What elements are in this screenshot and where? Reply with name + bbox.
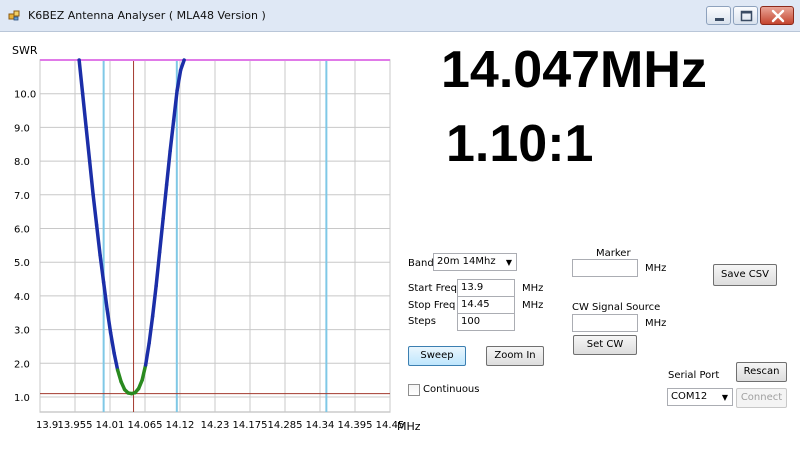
close-icon bbox=[771, 9, 785, 23]
x-tick-label: 14.175 bbox=[233, 420, 268, 431]
x-tick-label: 14.395 bbox=[338, 420, 373, 431]
x-tick-label: 14.12 bbox=[166, 420, 195, 431]
y-tick-label: 7.0 bbox=[14, 191, 30, 202]
chevron-down-icon: ▼ bbox=[505, 258, 512, 267]
swr-data-point bbox=[106, 309, 108, 311]
stop-freq-input[interactable]: 14.45 bbox=[457, 296, 515, 314]
app-icon bbox=[8, 9, 21, 22]
swr-data-point bbox=[127, 392, 129, 394]
swr-data-point bbox=[155, 285, 157, 287]
cw-source-label: CW Signal Source bbox=[572, 302, 661, 313]
serial-port-label: Serial Port bbox=[668, 370, 720, 381]
band-label: Band bbox=[408, 258, 434, 269]
swr-data-point bbox=[162, 218, 164, 220]
swr-data-point bbox=[138, 388, 140, 390]
connect-button[interactable]: Connect bbox=[736, 388, 787, 408]
swr-data-point bbox=[120, 381, 122, 383]
window-title: K6BEZ Antenna Analyser ( MLA48 Version ) bbox=[28, 9, 266, 22]
steps-input[interactable]: 100 bbox=[457, 313, 515, 331]
y-tick-label: 2.0 bbox=[14, 359, 30, 370]
x-tick-label: 14.01 bbox=[96, 420, 125, 431]
swr-data-point bbox=[166, 184, 168, 186]
y-tick-label: 9.0 bbox=[14, 123, 30, 134]
band-select[interactable]: 20m 14Mhz ▼ bbox=[433, 253, 517, 271]
swr-chart: 1.0 2.0 3.0 4.0 5.0 6.0 7.0 8.0 9.0 10.0 13.9 13.95… bbox=[0, 32, 420, 450]
swr-chart-svg: 1.0 2.0 3.0 4.0 5.0 6.0 7.0 8.0 9.0 10.0 13.9 13.95… bbox=[12, 44, 420, 433]
swr-data-point bbox=[92, 194, 94, 196]
y-tick-label: 8.0 bbox=[14, 157, 30, 168]
swr-data-point bbox=[99, 255, 101, 257]
swr-data-point bbox=[96, 224, 98, 226]
continuous-label: Continuous bbox=[423, 384, 480, 395]
swr-data-point bbox=[180, 69, 182, 71]
serial-port-select[interactable]: COM12 ▼ bbox=[667, 388, 733, 406]
serial-port-value: COM12 bbox=[671, 391, 708, 402]
rescan-button[interactable]: Rescan bbox=[736, 362, 787, 382]
continuous-checkbox[interactable] bbox=[408, 384, 420, 396]
y-axis-label: SWR bbox=[12, 44, 38, 57]
sweep-button[interactable]: Sweep bbox=[408, 346, 466, 366]
x-tick-label: 14.065 bbox=[128, 420, 163, 431]
swr-data-point bbox=[131, 393, 133, 395]
swr-data-point bbox=[152, 315, 154, 317]
swr-data-point bbox=[78, 59, 80, 61]
title-bar: K6BEZ Antenna Analyser ( MLA48 Version ) bbox=[0, 0, 800, 32]
cw-unit: MHz bbox=[645, 318, 667, 329]
swr-data-point bbox=[169, 150, 171, 152]
marker-label: Marker bbox=[596, 248, 631, 259]
swr-readout: 1.10:1 bbox=[446, 115, 594, 173]
minimize-icon bbox=[715, 18, 724, 21]
x-tick-label: 14.34 bbox=[306, 420, 335, 431]
maximize-icon bbox=[740, 10, 753, 22]
swr-data-point bbox=[148, 342, 150, 344]
zoom-in-button[interactable]: Zoom In bbox=[486, 346, 544, 366]
frequency-readout: 14.047MHz bbox=[441, 41, 707, 99]
swr-data-point bbox=[89, 160, 91, 162]
swr-data-point bbox=[117, 369, 119, 371]
stop-freq-unit: MHz bbox=[522, 300, 544, 311]
start-freq-input[interactable]: 13.9 bbox=[457, 279, 515, 297]
marker-input[interactable] bbox=[572, 259, 638, 277]
swr-data-point bbox=[113, 352, 115, 354]
swr-data-point bbox=[159, 251, 161, 253]
y-tick-label: 5.0 bbox=[14, 258, 30, 269]
band-select-value: 20m 14Mhz bbox=[437, 256, 496, 267]
stop-freq-label: Stop Freq bbox=[408, 300, 456, 311]
minimize-button[interactable] bbox=[706, 6, 731, 25]
swr-data-point bbox=[124, 389, 126, 391]
swr-data-point bbox=[141, 379, 143, 381]
y-tick-label: 3.0 bbox=[14, 326, 30, 337]
swr-data-point bbox=[110, 332, 112, 334]
x-tick-label: 14.23 bbox=[201, 420, 230, 431]
steps-label: Steps bbox=[408, 316, 436, 327]
save-csv-button[interactable]: Save CSV bbox=[713, 264, 777, 286]
y-tick-label: 1.0 bbox=[14, 393, 30, 404]
swr-data-point bbox=[85, 127, 87, 129]
y-tick-label: 10.0 bbox=[14, 90, 36, 101]
swr-data-point bbox=[82, 93, 84, 95]
marker-unit: MHz bbox=[645, 263, 667, 274]
y-tick-label: 4.0 bbox=[14, 292, 30, 303]
x-tick-label: 13.955 bbox=[58, 420, 93, 431]
chevron-down-icon: ▼ bbox=[721, 393, 728, 402]
start-freq-label: Start Freq bbox=[408, 283, 458, 294]
x-tick-label: 13.9 bbox=[36, 420, 58, 431]
swr-data-point bbox=[145, 364, 147, 366]
close-button[interactable] bbox=[760, 6, 794, 25]
maximize-button[interactable] bbox=[733, 6, 758, 25]
y-tick-label: 6.0 bbox=[14, 225, 30, 236]
cw-frequency-input[interactable] bbox=[572, 314, 638, 332]
swr-data-point bbox=[134, 392, 136, 394]
swr-data-point bbox=[103, 282, 105, 284]
x-tick-label: 14.285 bbox=[268, 420, 303, 431]
swr-data-point bbox=[183, 59, 185, 61]
swr-data-point bbox=[173, 120, 175, 122]
swr-data-point bbox=[176, 90, 178, 92]
x-axis-label: MHz bbox=[397, 420, 420, 433]
start-freq-unit: MHz bbox=[522, 283, 544, 294]
set-cw-button[interactable]: Set CW bbox=[573, 335, 637, 355]
